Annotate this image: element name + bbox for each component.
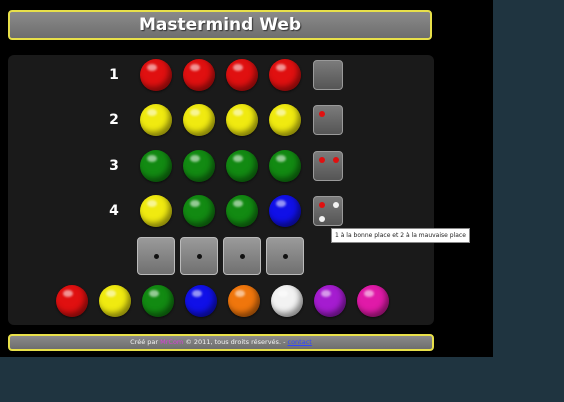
author-link[interactable]: MrCom <box>160 338 183 346</box>
contact-link[interactable]: contact <box>288 338 312 346</box>
feedback-box <box>313 196 343 226</box>
palette-red[interactable] <box>56 285 88 317</box>
row-number: 3 <box>109 158 119 174</box>
feedback-tooltip: 1 à la bonne place et 2 à la mauvaise pl… <box>331 228 470 243</box>
guess-peg[interactable] <box>183 59 215 91</box>
guess-peg[interactable] <box>140 195 172 227</box>
guess-peg[interactable] <box>269 104 301 136</box>
title-bar: Mastermind Web <box>8 10 432 40</box>
feedback-pin <box>319 216 325 222</box>
feedback-pin <box>319 157 325 163</box>
palette-green[interactable] <box>142 285 174 317</box>
footer-prefix: Créé par <box>130 338 161 346</box>
feedback-box <box>313 151 343 181</box>
feedback-box <box>313 105 343 135</box>
feedback-pin <box>319 202 325 208</box>
secret-hole <box>197 254 202 259</box>
row-number: 4 <box>109 203 119 219</box>
guess-peg[interactable] <box>269 195 301 227</box>
secret-slot <box>180 237 218 275</box>
guess-peg[interactable] <box>226 150 258 182</box>
guess-peg[interactable] <box>226 104 258 136</box>
row-number: 1 <box>109 67 119 83</box>
guess-peg[interactable] <box>140 150 172 182</box>
guess-peg[interactable] <box>140 104 172 136</box>
row-number: 2 <box>109 112 119 128</box>
secret-hole <box>240 254 245 259</box>
palette-orange[interactable] <box>228 285 260 317</box>
secret-hole <box>283 254 288 259</box>
guess-peg[interactable] <box>226 195 258 227</box>
palette-blue[interactable] <box>185 285 217 317</box>
secret-slot <box>223 237 261 275</box>
guess-peg[interactable] <box>269 59 301 91</box>
game-window: Mastermind Web 1 2 3 4 1 à la bonne place e… <box>0 0 493 357</box>
feedback-pin <box>319 111 325 117</box>
footer: Créé par MrCom © 2011, tous droits réser… <box>8 334 434 351</box>
guess-peg[interactable] <box>269 150 301 182</box>
palette-purple[interactable] <box>314 285 346 317</box>
guess-peg[interactable] <box>140 59 172 91</box>
feedback-box <box>313 60 343 90</box>
palette-white[interactable] <box>271 285 303 317</box>
secret-slot <box>266 237 304 275</box>
guess-peg[interactable] <box>183 195 215 227</box>
palette-yellow[interactable] <box>99 285 131 317</box>
page-title: Mastermind Web <box>138 15 302 35</box>
guess-peg[interactable] <box>183 150 215 182</box>
secret-hole <box>154 254 159 259</box>
guess-peg[interactable] <box>183 104 215 136</box>
feedback-pin <box>333 157 339 163</box>
footer-copyright: © 2011, tous droits réservés. - <box>183 338 288 346</box>
secret-slot <box>137 237 175 275</box>
palette-magenta[interactable] <box>357 285 389 317</box>
guess-peg[interactable] <box>226 59 258 91</box>
feedback-pin <box>333 202 339 208</box>
